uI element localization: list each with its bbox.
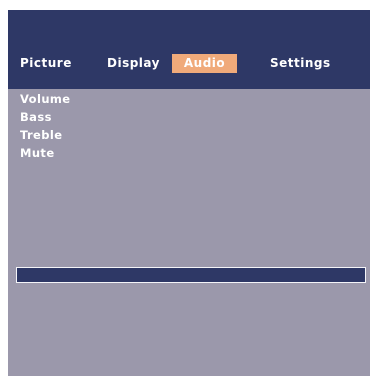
- osd-menu-panel: Picture Display Audio Settings Volume Ba…: [8, 10, 370, 376]
- tab-picture[interactable]: Picture: [20, 54, 72, 73]
- tab-settings[interactable]: Settings: [270, 54, 331, 73]
- info-bar: [16, 267, 366, 283]
- menu-item-volume[interactable]: Volume: [20, 90, 70, 108]
- audio-menu-list: Volume Bass Treble Mute: [20, 90, 70, 162]
- menu-item-treble[interactable]: Treble: [20, 126, 70, 144]
- menu-header: Picture Display Audio Settings: [8, 10, 370, 89]
- tab-audio[interactable]: Audio: [172, 54, 237, 73]
- menu-item-mute[interactable]: Mute: [20, 144, 70, 162]
- tab-display[interactable]: Display: [107, 54, 160, 73]
- menu-item-bass[interactable]: Bass: [20, 108, 70, 126]
